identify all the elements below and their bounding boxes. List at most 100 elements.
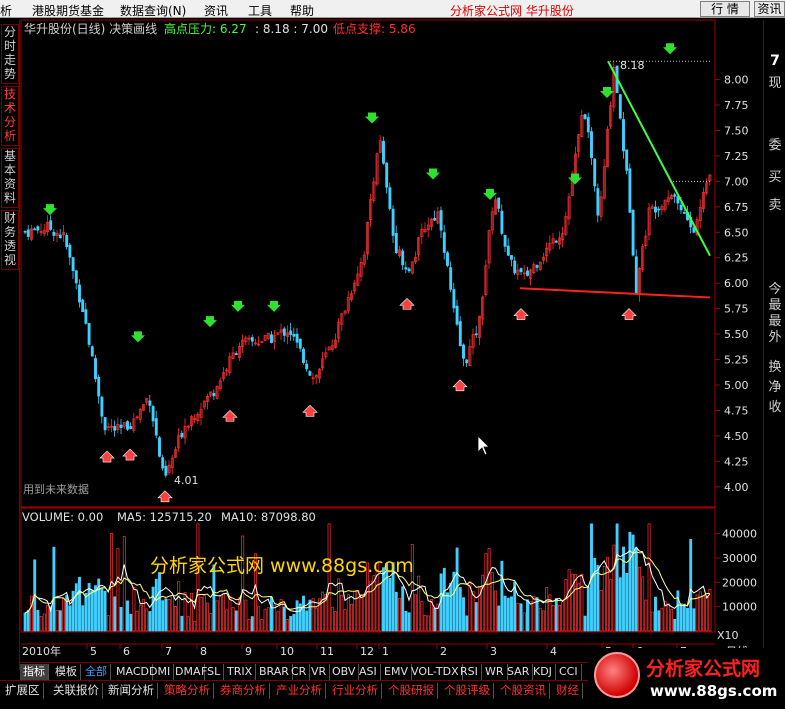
quote-button[interactable]: 行 情: [700, 1, 750, 17]
volume-bar: [129, 613, 133, 632]
tab-industry-chain-analysis[interactable]: 产业分析: [273, 683, 326, 699]
volume-bar: [503, 595, 507, 632]
candle-body: [119, 424, 123, 428]
candle-body: [36, 226, 40, 231]
site-badge-title: 分析家公式网: [646, 658, 761, 680]
tab-vr[interactable]: VR: [308, 664, 331, 680]
candle-body: [58, 234, 62, 239]
tab-news-analysis[interactable]: 新闻分析: [105, 683, 158, 699]
price-tick-label: 5.50: [724, 328, 749, 341]
volume-bar: [289, 616, 293, 632]
menu-item-analysis[interactable]: 析: [0, 2, 12, 19]
candle-body: [250, 337, 254, 342]
right-panel-char: 收: [768, 400, 782, 415]
right-panel-char: 最: [768, 314, 782, 329]
info-button[interactable]: 资讯: [754, 1, 785, 17]
tab-extension[interactable]: 扩展区: [2, 683, 44, 699]
candle-body: [129, 426, 133, 430]
volume-bar: [388, 577, 392, 632]
tab-sector-analysis[interactable]: 行业分析: [329, 683, 382, 699]
volume-label: VOLUME: 0.00: [22, 510, 103, 524]
tab-broker-analysis[interactable]: 券商分析: [217, 683, 270, 699]
right-panel-char: 外: [768, 330, 782, 345]
candle-body: [94, 358, 97, 380]
volume-bar: [673, 618, 677, 632]
candle-body: [513, 260, 517, 274]
candle-body: [33, 228, 37, 231]
tab-financials[interactable]: 财务透视: [1, 210, 19, 270]
candle-body: [673, 194, 677, 197]
price-tick-label: 6.25: [724, 252, 749, 265]
candle-body: [506, 245, 510, 256]
volume-bar: [151, 586, 155, 632]
tab-dmi[interactable]: DMI: [146, 664, 175, 680]
candle-body: [462, 344, 465, 359]
tab-sar[interactable]: SAR: [504, 664, 534, 680]
right-panel-char: 换: [768, 360, 782, 375]
tab-technical[interactable]: 技术分析: [1, 86, 19, 146]
candle-body: [270, 334, 273, 343]
tab-rsi[interactable]: RSI: [457, 664, 482, 680]
menu-item-help[interactable]: 帮助: [290, 2, 314, 19]
candle-body: [295, 333, 299, 343]
menu-item-tools[interactable]: 工具: [248, 2, 272, 19]
tab-stock-rating[interactable]: 个股评级: [441, 683, 494, 699]
tab-stock-research[interactable]: 个股研报: [385, 683, 438, 699]
tab-fsl[interactable]: FSL: [198, 664, 225, 680]
price-tick-label: 5.00: [724, 379, 749, 392]
price-tick-label: 5.25: [724, 354, 749, 367]
tab-template[interactable]: 模板: [52, 664, 81, 680]
tab-all[interactable]: 全部: [82, 664, 111, 680]
candle-body: [68, 244, 72, 258]
candle-body: [391, 208, 395, 236]
candle-body: [180, 432, 184, 438]
tab-obv[interactable]: OBV: [329, 664, 360, 680]
candle-body: [385, 162, 389, 188]
tab-cci[interactable]: CCI: [556, 664, 582, 680]
volume-bar: [295, 600, 299, 632]
volume-bar: [302, 595, 305, 632]
volume-bar: [84, 592, 88, 632]
tab-intraday[interactable]: 分时走势: [1, 24, 19, 84]
menu-item-hk-futures[interactable]: 港股期货基金: [32, 2, 104, 19]
volume-bar: [113, 596, 117, 632]
volume-bar: [455, 547, 459, 632]
kline-chart[interactable]: 8.00 7.75 7.50 7.25 7.00 6.75 6.50 6.25 6.00 5.75…: [20, 19, 763, 662]
watermark-text: 分析家公式网 www.88gs.com: [150, 555, 414, 577]
volume-bar: [682, 603, 686, 632]
candle-body: [305, 363, 309, 370]
candle-body: [628, 168, 632, 213]
tab-related-quotes[interactable]: 关联报价: [50, 683, 103, 699]
right-panel-char: 现: [768, 76, 782, 91]
menu-item-info[interactable]: 资讯: [204, 2, 228, 19]
tab-trix[interactable]: TRIX: [224, 664, 257, 680]
price-tick-label: 4.25: [724, 455, 749, 468]
candle-body: [526, 270, 529, 276]
volume-tick-label: 40000: [722, 528, 757, 541]
volume-bar: [689, 539, 693, 632]
price-tick-label: 6.50: [724, 226, 749, 239]
tab-fundamentals[interactable]: 基本资料: [1, 148, 19, 208]
price-tick-label: 7.00: [724, 175, 749, 188]
month-label: 7: [165, 645, 172, 658]
tab-strategy-analysis[interactable]: 策略分析: [161, 683, 214, 699]
month-label: 1: [382, 645, 389, 658]
site-badge-url: www.88gs.com: [650, 682, 778, 700]
candle-body: [586, 117, 590, 133]
tab-stock-info[interactable]: 个股资讯: [497, 683, 550, 699]
menu-item-data-query[interactable]: 数据查询(N): [120, 2, 186, 19]
month-label: 9: [245, 645, 252, 658]
tab-cr[interactable]: CR: [288, 664, 311, 680]
volume-tick-label: 30000: [722, 552, 757, 565]
candle-body: [282, 328, 286, 336]
tab-kdj[interactable]: KDJ: [530, 664, 556, 680]
volume-bar: [292, 613, 296, 632]
right-panel-char: 委: [768, 138, 782, 153]
candle-body: [500, 210, 504, 234]
tab-vol-tdx[interactable]: VOL-TDX: [408, 664, 463, 680]
tab-finance[interactable]: 财经: [553, 683, 583, 699]
candle-body: [682, 212, 686, 214]
tab-indicator[interactable]: 指标: [20, 664, 49, 680]
volume-bar: [452, 571, 456, 632]
tab-asi[interactable]: ASI: [356, 664, 381, 680]
